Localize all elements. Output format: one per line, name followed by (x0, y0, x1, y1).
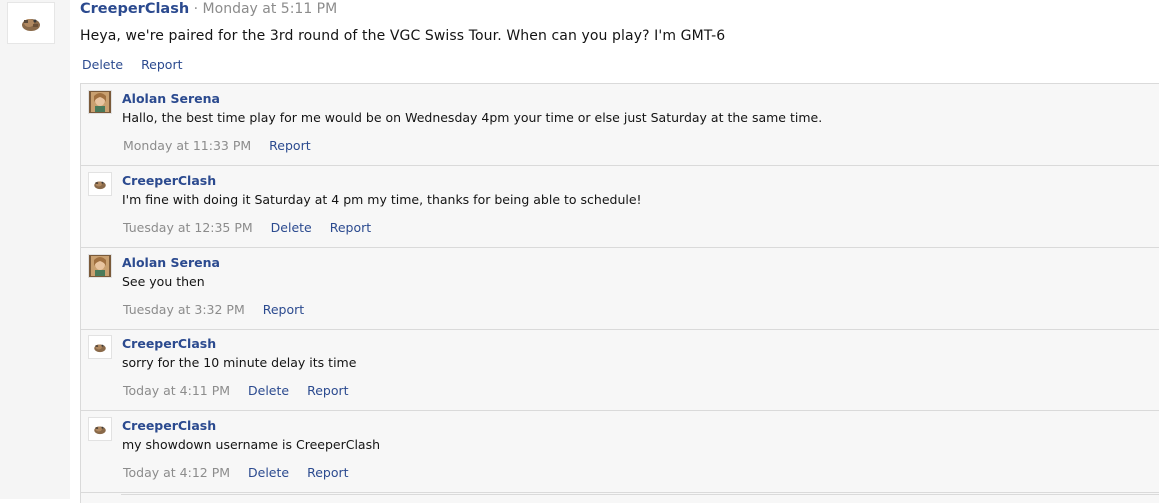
reply-meta: Monday at 11:33 PM Report (123, 138, 325, 154)
reply-delete-link[interactable]: Delete (248, 383, 289, 398)
creeper-sprite-icon (94, 181, 106, 190)
post-actions: Delete Report (82, 57, 197, 73)
serena-avatar[interactable] (88, 254, 112, 278)
post-time[interactable]: Monday at 5:11 PM (203, 1, 338, 17)
post-author[interactable]: CreeperClash (80, 1, 189, 17)
reply-item: CreeperClash sorry for the 10 minute del… (81, 329, 1159, 411)
reply-time[interactable]: Monday at 11:33 PM (123, 138, 251, 153)
serena-avatar[interactable] (88, 90, 112, 114)
creeper-avatar[interactable] (7, 2, 55, 44)
post-header: CreeperClash · Monday at 5:11 PM (80, 0, 337, 20)
creeper-sprite-icon (94, 344, 106, 353)
replies-list: Alolan Serena Hallo, the best time play … (80, 83, 1159, 503)
reply-meta: Tuesday at 12:35 PM Delete Report (123, 220, 385, 236)
reply-text: my showdown username is CreeperClash (122, 437, 381, 452)
reply-author[interactable]: Alolan Serena (122, 91, 220, 107)
reply-author[interactable]: CreeperClash (122, 173, 216, 189)
creeper-sprite-icon (94, 426, 106, 435)
reply-time[interactable]: Today at 4:12 PM (123, 465, 230, 480)
post-delete-link[interactable]: Delete (82, 57, 123, 72)
creeper-sprite-icon (22, 19, 40, 31)
reply-item: CreeperClash I'm fine with doing it Satu… (81, 166, 1159, 248)
reply-item: Alolan Serena Hallo, the best time play … (81, 84, 1159, 166)
reply-meta: Today at 4:11 PM Delete Report (123, 383, 363, 399)
reply-delete-link[interactable]: Delete (248, 465, 289, 480)
reply-time[interactable]: Tuesday at 3:32 PM (123, 302, 245, 317)
creeper-avatar[interactable] (88, 335, 112, 359)
reply-meta: Today at 4:12 PM Delete Report (123, 465, 363, 481)
post-separator: · (193, 1, 199, 17)
reply-report-link[interactable]: Report (330, 220, 371, 235)
left-gutter (0, 0, 70, 499)
reply-report-link[interactable]: Report (307, 383, 348, 398)
reply-text: Hallo, the best time play for me would b… (122, 110, 823, 125)
reply-text: sorry for the 10 minute delay its time (122, 355, 357, 370)
reply-report-link[interactable]: Report (307, 465, 348, 480)
reply-item: Alolan Serena See you then Tuesday at 3:… (81, 248, 1159, 330)
reply-author[interactable]: Alolan Serena (122, 255, 220, 271)
reply-input-edge (121, 494, 1159, 497)
reply-item: CreeperClash my showdown username is Cre… (81, 411, 1159, 493)
reply-delete-link[interactable]: Delete (271, 220, 312, 235)
serena-avatar-icon (89, 255, 111, 277)
reply-meta: Tuesday at 3:32 PM Report (123, 302, 318, 318)
reply-time[interactable]: Today at 4:11 PM (123, 383, 230, 398)
post-text: Heya, we're paired for the 3rd round of … (80, 28, 726, 44)
reply-author[interactable]: CreeperClash (122, 336, 216, 352)
creeper-avatar[interactable] (88, 172, 112, 196)
post-report-link[interactable]: Report (141, 57, 182, 72)
serena-avatar-icon (89, 91, 111, 113)
reply-time[interactable]: Tuesday at 12:35 PM (123, 220, 253, 235)
reply-text: See you then (122, 274, 205, 289)
reply-report-link[interactable]: Report (269, 138, 310, 153)
reply-report-link[interactable]: Report (263, 302, 304, 317)
reply-author[interactable]: CreeperClash (122, 418, 216, 434)
creeper-avatar[interactable] (88, 417, 112, 441)
reply-text: I'm fine with doing it Saturday at 4 pm … (122, 192, 642, 207)
